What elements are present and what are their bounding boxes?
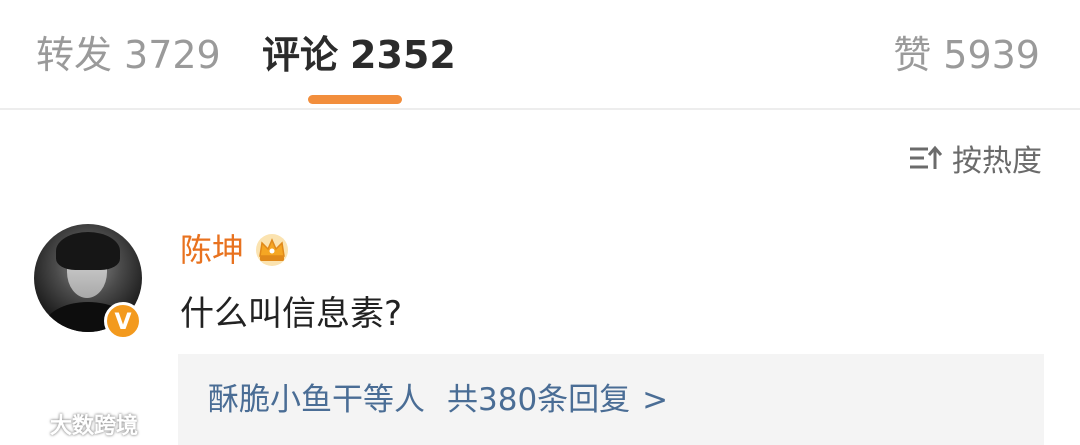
comment-text: 什么叫信息素? — [180, 294, 403, 334]
tab-comment-label: 评论 — [262, 33, 339, 77]
crown-icon — [256, 234, 289, 266]
tab-repost-label: 转发 — [36, 33, 113, 77]
replies-arrow: > — [642, 382, 669, 418]
sort-icon — [910, 145, 942, 169]
watermark-text: 大数跨境 — [50, 414, 139, 439]
watermark: 大数跨境 — [8, 408, 138, 440]
comments-panel: 转发 3729 评论 2352 赞 5939 按热度 V 陈坤 什么叫信息素? … — [0, 0, 1080, 445]
tab-like[interactable]: 赞 5939 — [893, 30, 1040, 80]
comment-username[interactable]: 陈坤 — [180, 230, 292, 270]
sort-button[interactable]: 按热度 — [908, 138, 1042, 179]
tab-bar: 转发 3729 评论 2352 赞 5939 — [0, 0, 1080, 110]
replies-box[interactable]: 酥脆小鱼干等人 共380条回复 > — [178, 354, 1044, 445]
sort-label: 按热度 — [952, 144, 1042, 179]
tab-like-count: 5939 — [943, 33, 1040, 77]
replies-total: 共380条回复 — [447, 382, 631, 418]
username-text: 陈坤 — [180, 231, 245, 269]
verified-v-icon: V — [104, 302, 142, 340]
tab-repost[interactable]: 转发 3729 — [36, 30, 221, 80]
tab-repost-count: 3729 — [124, 33, 221, 77]
replies-link[interactable]: 酥脆小鱼干等人 共380条回复 > — [208, 378, 668, 422]
tab-like-label: 赞 — [893, 33, 932, 77]
tab-comment[interactable]: 评论 2352 — [262, 30, 456, 80]
replies-users: 酥脆小鱼干等人 — [208, 382, 425, 418]
avatar-hair — [56, 232, 120, 270]
watermark-logo-icon — [12, 413, 46, 435]
tab-comment-count: 2352 — [350, 33, 456, 77]
active-tab-indicator — [308, 95, 402, 104]
